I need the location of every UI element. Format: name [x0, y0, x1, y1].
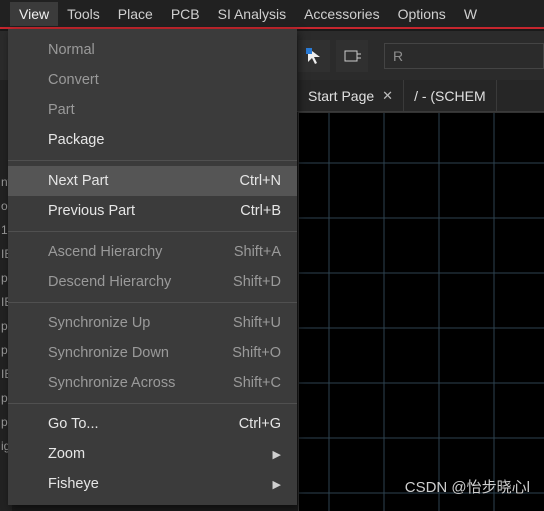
- cursor-icon[interactable]: [298, 40, 330, 72]
- menu-item-previous-part[interactable]: Previous Part Ctrl+B: [8, 196, 297, 226]
- menu-shortcut: Shift+D: [233, 274, 281, 290]
- menu-separator: [8, 302, 297, 303]
- menu-item-label: Part: [48, 102, 75, 118]
- menu-item-synchronize-down: Synchronize Down Shift+O: [8, 338, 297, 368]
- chevron-right-icon: ▶: [273, 448, 281, 461]
- menu-item-label: Go To...: [48, 416, 99, 432]
- menu-tools[interactable]: Tools: [58, 2, 109, 26]
- menu-item-label: Synchronize Down: [48, 345, 169, 361]
- tab-label: / - (SCHEM: [414, 88, 486, 104]
- menu-cut[interactable]: W: [455, 2, 486, 26]
- menu-shortcut: Ctrl+G: [239, 416, 281, 432]
- menu-pcb[interactable]: PCB: [162, 2, 209, 26]
- menu-item-ascend-hierarchy: Ascend Hierarchy Shift+A: [8, 237, 297, 267]
- tab-schematic[interactable]: / - (SCHEM: [404, 80, 497, 111]
- menu-item-convert: Convert: [8, 65, 297, 95]
- menubar: View Tools Place PCB SI Analysis Accesso…: [0, 0, 544, 29]
- menu-shortcut: Ctrl+N: [240, 173, 282, 189]
- part-icon[interactable]: [336, 40, 368, 72]
- menu-item-label: Package: [48, 132, 104, 148]
- menu-item-next-part[interactable]: Next Part Ctrl+N: [8, 166, 297, 196]
- menu-item-label: Fisheye: [48, 476, 99, 492]
- schematic-canvas[interactable]: [298, 112, 544, 511]
- close-icon[interactable]: ✕: [382, 88, 393, 104]
- menu-item-label: Normal: [48, 42, 95, 58]
- menu-shortcut: Shift+A: [234, 244, 281, 260]
- menu-item-go-to[interactable]: Go To... Ctrl+G: [8, 409, 297, 439]
- menu-item-descend-hierarchy: Descend Hierarchy Shift+D: [8, 267, 297, 297]
- menu-accessories[interactable]: Accessories: [295, 2, 388, 26]
- menu-item-label: Ascend Hierarchy: [48, 244, 162, 260]
- menu-item-synchronize-across: Synchronize Across Shift+C: [8, 368, 297, 398]
- menu-item-label: Zoom: [48, 446, 85, 462]
- menu-separator: [8, 403, 297, 404]
- watermark: CSDN @怡步晓心l: [405, 476, 530, 497]
- menu-item-label: Previous Part: [48, 203, 135, 219]
- menu-separator: [8, 231, 297, 232]
- menu-shortcut: Shift+O: [232, 345, 281, 361]
- view-dropdown: Normal Convert Part Package Next Part Ctrl+N P…: [8, 29, 297, 505]
- menu-options[interactable]: Options: [389, 2, 455, 26]
- menu-item-zoom[interactable]: Zoom ▶: [8, 439, 297, 469]
- menu-separator: [8, 160, 297, 161]
- menu-item-fisheye[interactable]: Fisheye ▶: [8, 469, 297, 499]
- menu-place[interactable]: Place: [109, 2, 162, 26]
- menu-view[interactable]: View: [10, 2, 58, 26]
- chevron-right-icon: ▶: [273, 478, 281, 491]
- menu-item-part: Part: [8, 95, 297, 125]
- tab-label: Start Page: [308, 88, 374, 104]
- menu-item-label: Next Part: [48, 173, 108, 189]
- search-placeholder: R: [393, 48, 403, 64]
- menu-item-normal: Normal: [8, 35, 297, 65]
- tab-start-page[interactable]: Start Page ✕: [298, 80, 404, 111]
- menu-item-label: Descend Hierarchy: [48, 274, 171, 290]
- menu-shortcut: Shift+U: [233, 315, 281, 331]
- menu-item-label: Convert: [48, 72, 99, 88]
- menu-shortcut: Ctrl+B: [240, 203, 281, 219]
- menu-item-label: Synchronize Across: [48, 375, 175, 391]
- menu-item-synchronize-up: Synchronize Up Shift+U: [8, 308, 297, 338]
- grid: [299, 113, 544, 511]
- menu-si-analysis[interactable]: SI Analysis: [209, 2, 295, 26]
- menu-item-label: Synchronize Up: [48, 315, 150, 331]
- menu-shortcut: Shift+C: [233, 375, 281, 391]
- search-input[interactable]: R: [384, 43, 544, 69]
- menu-item-package[interactable]: Package: [8, 125, 297, 155]
